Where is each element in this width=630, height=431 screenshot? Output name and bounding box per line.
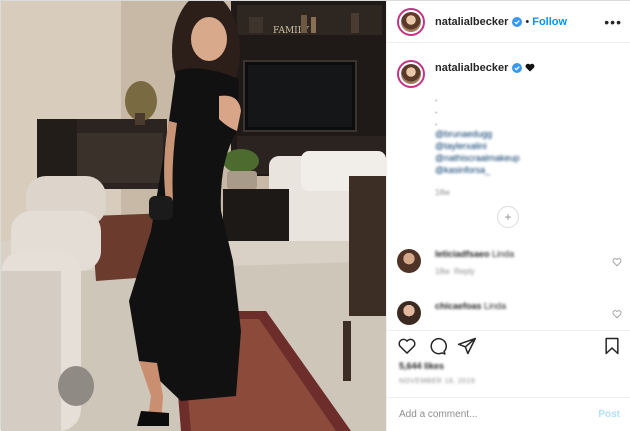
- caption-avatar[interactable]: [397, 60, 425, 88]
- post-photo[interactable]: FAMILY: [1, 1, 386, 431]
- commenter-avatar[interactable]: [397, 301, 421, 325]
- caption-mention[interactable]: @brunaedugg: [435, 128, 622, 140]
- post-header: natalialbecker • Follow •••: [387, 1, 630, 43]
- comment-time[interactable]: 18w: [435, 267, 450, 276]
- post-comment-button[interactable]: Post: [598, 409, 620, 420]
- caption-dot: .: [435, 117, 438, 127]
- comment-icon[interactable]: [427, 336, 447, 356]
- heart-icon[interactable]: [397, 336, 417, 356]
- caption-username[interactable]: natalialbecker: [435, 62, 508, 74]
- post-date[interactable]: NOVEMBER 18, 2019: [399, 378, 475, 385]
- comment-input[interactable]: [399, 409, 599, 420]
- comment-item: leticiadfsaeo Linda 18w Reply: [397, 249, 622, 276]
- photo-scene: FAMILY: [1, 1, 386, 431]
- bookmark-icon[interactable]: [602, 336, 622, 356]
- comment-like-heart-icon[interactable]: [612, 309, 622, 319]
- author-username[interactable]: natalialbecker: [435, 16, 508, 28]
- caption-time[interactable]: 18w: [435, 188, 622, 197]
- caption-dot: .: [435, 105, 438, 115]
- add-comment-bar: Post: [387, 397, 630, 431]
- reply-button[interactable]: Reply: [454, 267, 474, 276]
- commenter-avatar[interactable]: [397, 249, 421, 273]
- caption-mention[interactable]: @kasinforsa_: [435, 164, 622, 176]
- verified-badge-icon: [512, 16, 523, 27]
- caption-text: . . . @brunaedugg @taylerxalini @nathisc…: [435, 92, 622, 176]
- likes-count[interactable]: 5,644 likes: [399, 361, 444, 371]
- more-options-button[interactable]: •••: [604, 14, 622, 30]
- caption-dot: .: [435, 93, 438, 103]
- verified-badge-icon: [512, 63, 523, 73]
- comment-text: Linda: [484, 301, 507, 311]
- plus-circle-icon: +: [504, 210, 512, 224]
- caption-mention[interactable]: @nathiscraalmakeup: [435, 152, 622, 164]
- commenter-username[interactable]: leticiadfsaeo: [435, 249, 490, 259]
- follow-button[interactable]: Follow: [532, 16, 567, 28]
- caption: natalialbecker: [397, 60, 622, 88]
- black-heart-emoji-icon: [525, 63, 535, 72]
- post-dialog: FAMILY natalialbecker • Follow ••• natal…: [0, 0, 630, 431]
- comment-item: chicaefoas Linda: [397, 301, 622, 325]
- load-more-comments-button[interactable]: +: [497, 206, 519, 228]
- comment-like-heart-icon[interactable]: [612, 257, 622, 267]
- commenter-username[interactable]: chicaefoas: [435, 301, 482, 311]
- comment-text: Linda: [492, 249, 515, 259]
- share-icon[interactable]: [457, 336, 477, 356]
- author-avatar[interactable]: [397, 7, 425, 36]
- header-separator: •: [525, 15, 530, 28]
- comments-section[interactable]: natalialbecker . . . @brunaedugg @tayler…: [387, 44, 630, 330]
- caption-mention[interactable]: @taylerxalini: [435, 140, 622, 152]
- post-sidebar: natalialbecker • Follow ••• natalialbeck…: [386, 1, 630, 431]
- action-bar: [387, 330, 630, 360]
